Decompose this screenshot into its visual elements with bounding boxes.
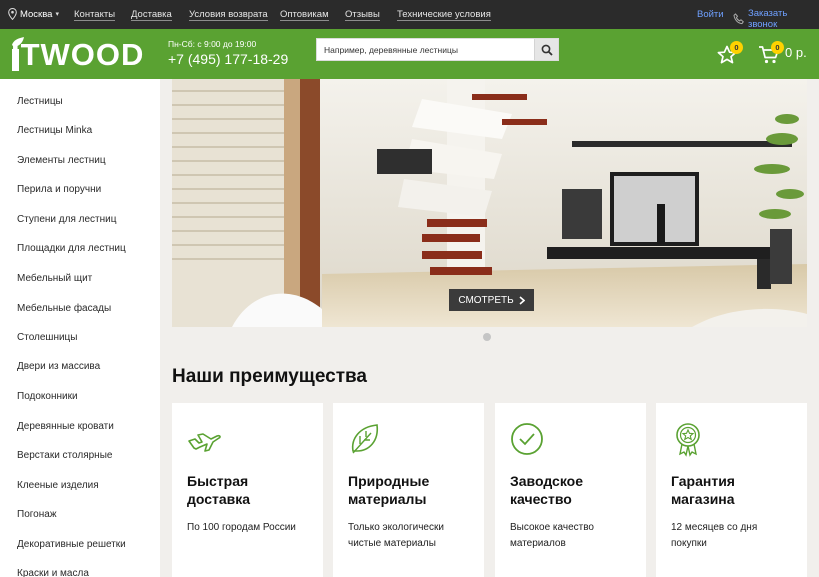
favorites-button[interactable]: 0 bbox=[717, 41, 747, 67]
nav-delivery[interactable]: Доставка bbox=[131, 9, 172, 21]
advantage-title: Гарантия магазина bbox=[671, 473, 735, 507]
advantage-card-warranty: Гарантия магазина 12 месяцев со дня поку… bbox=[656, 403, 807, 577]
sidebar-item-paints-oils[interactable]: Краски и масла bbox=[17, 568, 89, 577]
logo-text: ITWOOD bbox=[11, 37, 145, 72]
chevron-down-icon: ▾ bbox=[55, 11, 59, 18]
airplane-icon bbox=[188, 433, 221, 452]
search-button[interactable] bbox=[534, 39, 558, 60]
nav-returns[interactable]: Условия возврата bbox=[189, 9, 268, 21]
chevron-right-icon bbox=[519, 295, 525, 305]
sidebar-item-stairs[interactable]: Лестницы bbox=[17, 96, 63, 107]
watch-button[interactable]: СМОТРЕТЬ bbox=[449, 289, 534, 311]
nav-reviews[interactable]: Отзывы bbox=[345, 9, 380, 21]
sidebar-item-decorative-grilles[interactable]: Декоративные решетки bbox=[17, 539, 126, 550]
slider-dot[interactable] bbox=[483, 333, 491, 341]
nav-technical-conditions[interactable]: Технические условия bbox=[397, 9, 491, 21]
award-icon bbox=[676, 423, 700, 457]
sidebar-item-furniture-facades[interactable]: Мебельные фасады bbox=[17, 303, 111, 314]
phone-icon bbox=[733, 13, 744, 25]
sidebar-item-glued-products[interactable]: Клееные изделия bbox=[17, 480, 99, 491]
sidebar-item-landings[interactable]: Площадки для лестниц bbox=[17, 243, 126, 254]
cart-total: 0 р. bbox=[785, 45, 807, 60]
sidebar-item-furniture-board[interactable]: Мебельный щит bbox=[17, 273, 92, 284]
check-circle-icon bbox=[511, 423, 543, 455]
advantage-card-delivery: Быстрая доставка По 100 городам России bbox=[172, 403, 323, 577]
advantage-title: Природные материалы bbox=[348, 473, 430, 507]
sidebar-item-workbenches[interactable]: Верстаки столярные bbox=[17, 450, 112, 461]
advantage-title: Заводское качество bbox=[510, 473, 583, 507]
sidebar-item-stairs-minka[interactable]: Лестницы Minka bbox=[17, 125, 92, 136]
watch-button-label: СМОТРЕТЬ bbox=[458, 294, 514, 306]
callback-label: Заказать звонок bbox=[747, 8, 788, 30]
phone-number[interactable]: +7 (495) 177-18-29 bbox=[168, 51, 288, 67]
sidebar-item-solid-doors[interactable]: Двери из массива bbox=[17, 361, 100, 372]
callback-button[interactable]: Заказать звонок bbox=[733, 8, 819, 30]
advantage-description: 12 месяцев со дня покупки bbox=[671, 522, 758, 549]
category-sidebar: Лестницы Лестницы Minka Элементы лестниц… bbox=[0, 79, 160, 577]
advantage-description: Только экологически чистые материалы bbox=[348, 522, 444, 549]
nav-wholesale[interactable]: Оптовикам bbox=[280, 9, 329, 21]
sidebar-item-wooden-beds[interactable]: Деревянные кровати bbox=[17, 421, 114, 432]
cart-button[interactable]: 0 0 р. bbox=[758, 41, 816, 67]
sidebar-item-steps[interactable]: Ступени для лестниц bbox=[17, 214, 116, 225]
city-selector[interactable]: Москва ▾ bbox=[8, 8, 59, 20]
cart-count-badge: 0 bbox=[771, 41, 784, 54]
favorites-count-badge: 0 bbox=[730, 41, 743, 54]
advantage-description: По 100 городам России bbox=[187, 522, 296, 533]
sidebar-item-moldings[interactable]: Погонаж bbox=[17, 509, 57, 520]
city-label: Москва bbox=[20, 8, 53, 20]
advantage-card-materials: Природные материалы Только экологически … bbox=[333, 403, 484, 577]
site-logo[interactable]: ITWOOD bbox=[9, 37, 159, 72]
sidebar-item-windowsills[interactable]: Подоконники bbox=[17, 391, 78, 402]
advantage-title: Быстрая доставка bbox=[187, 473, 251, 507]
top-bar: Москва ▾ Контакты Доставка Условия возвр… bbox=[0, 0, 819, 30]
login-link[interactable]: Войти bbox=[697, 9, 724, 20]
header: ITWOOD Пн-Сб: с 9:00 до 19:00 +7 (495) 1… bbox=[0, 29, 819, 79]
hero-banner[interactable]: СМОТРЕТЬ bbox=[172, 79, 807, 327]
sidebar-item-countertops[interactable]: Столешницы bbox=[17, 332, 77, 343]
sidebar-item-railings[interactable]: Перила и поручни bbox=[17, 184, 101, 195]
search-box bbox=[316, 38, 559, 61]
search-icon bbox=[541, 44, 553, 56]
advantages-title: Наши преимущества bbox=[172, 366, 368, 387]
advantage-card-quality: Заводское качество Высокое качество мате… bbox=[495, 403, 646, 577]
leaf-icon bbox=[351, 424, 379, 454]
search-input[interactable] bbox=[317, 39, 535, 60]
sidebar-item-stair-elements[interactable]: Элементы лестниц bbox=[17, 155, 106, 166]
advantage-description: Высокое качество материалов bbox=[510, 522, 594, 549]
location-pin-icon bbox=[8, 8, 17, 20]
working-hours: Пн-Сб: с 9:00 до 19:00 bbox=[168, 39, 257, 49]
nav-contacts[interactable]: Контакты bbox=[74, 9, 116, 21]
